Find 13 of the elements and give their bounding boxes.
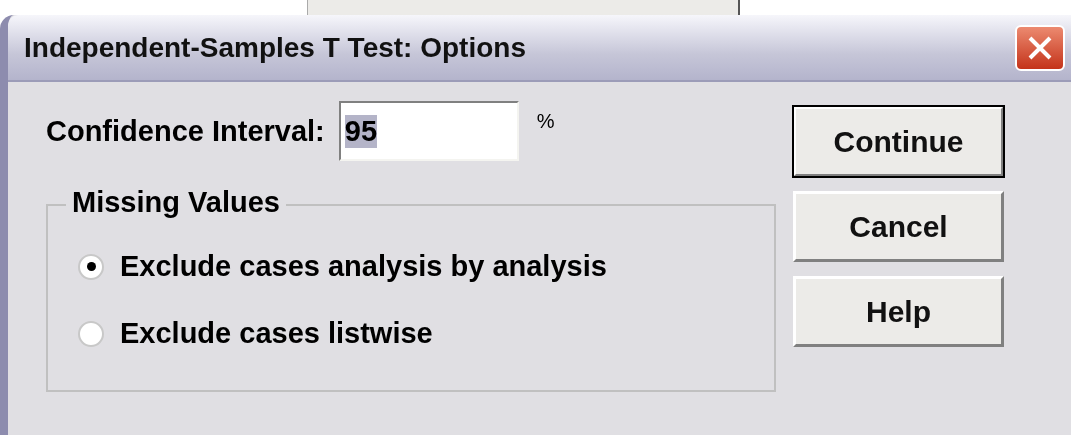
radio-button[interactable] xyxy=(78,253,104,280)
option-label: Exclude cases analysis by analysis xyxy=(120,250,607,283)
dialog-button[interactable]: Continue xyxy=(793,106,1004,177)
radio-button[interactable] xyxy=(78,320,104,347)
unit-label: % xyxy=(536,110,555,133)
dialog-button[interactable]: Cancel xyxy=(793,191,1004,262)
input-field[interactable]: 95 xyxy=(338,101,519,161)
field-label: Confidence Interval: xyxy=(46,114,325,148)
dialog-button[interactable]: Help xyxy=(793,276,1004,347)
close-button[interactable] xyxy=(1015,24,1065,71)
window-title: Independent-Samples T Test: Options xyxy=(24,31,526,64)
option-label: Exclude cases listwise xyxy=(120,317,433,350)
close-icon xyxy=(1027,34,1053,61)
